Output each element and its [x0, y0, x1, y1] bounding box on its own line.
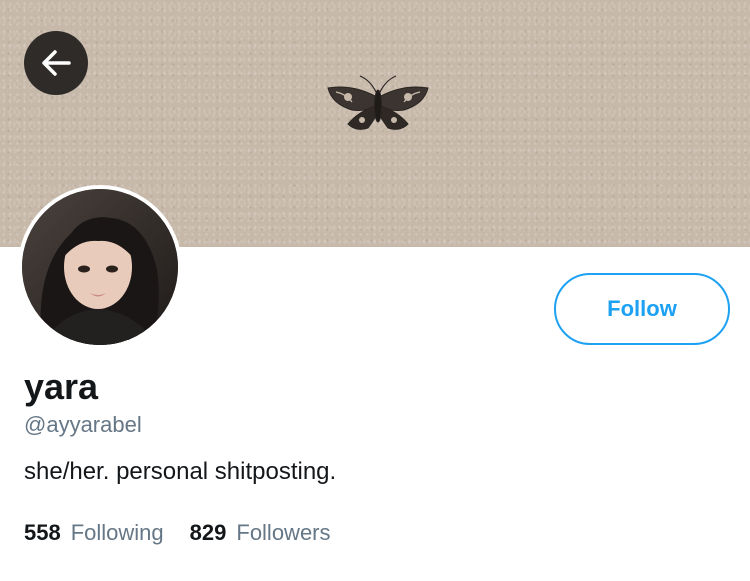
following-stat[interactable]: 558 Following: [24, 518, 164, 548]
arrow-left-icon: [42, 50, 71, 76]
following-count: 558: [24, 520, 61, 545]
profile-photo: [22, 189, 178, 345]
follow-button[interactable]: Follow: [554, 273, 730, 345]
followers-stat[interactable]: 829 Followers: [190, 518, 331, 548]
followers-label: Followers: [236, 520, 331, 545]
back-button[interactable]: [24, 31, 88, 95]
moth-illustration: [327, 75, 429, 130]
following-label: Following: [70, 520, 164, 545]
followers-count: 829: [189, 520, 227, 545]
profile-stats: 558 Following 829 Followers: [24, 518, 331, 548]
user-handle: @ayyarabel: [24, 412, 142, 437]
profile-bio: she/her. personal shitposting.: [24, 458, 337, 485]
avatar[interactable]: [18, 185, 182, 349]
display-name: yara: [24, 366, 99, 407]
